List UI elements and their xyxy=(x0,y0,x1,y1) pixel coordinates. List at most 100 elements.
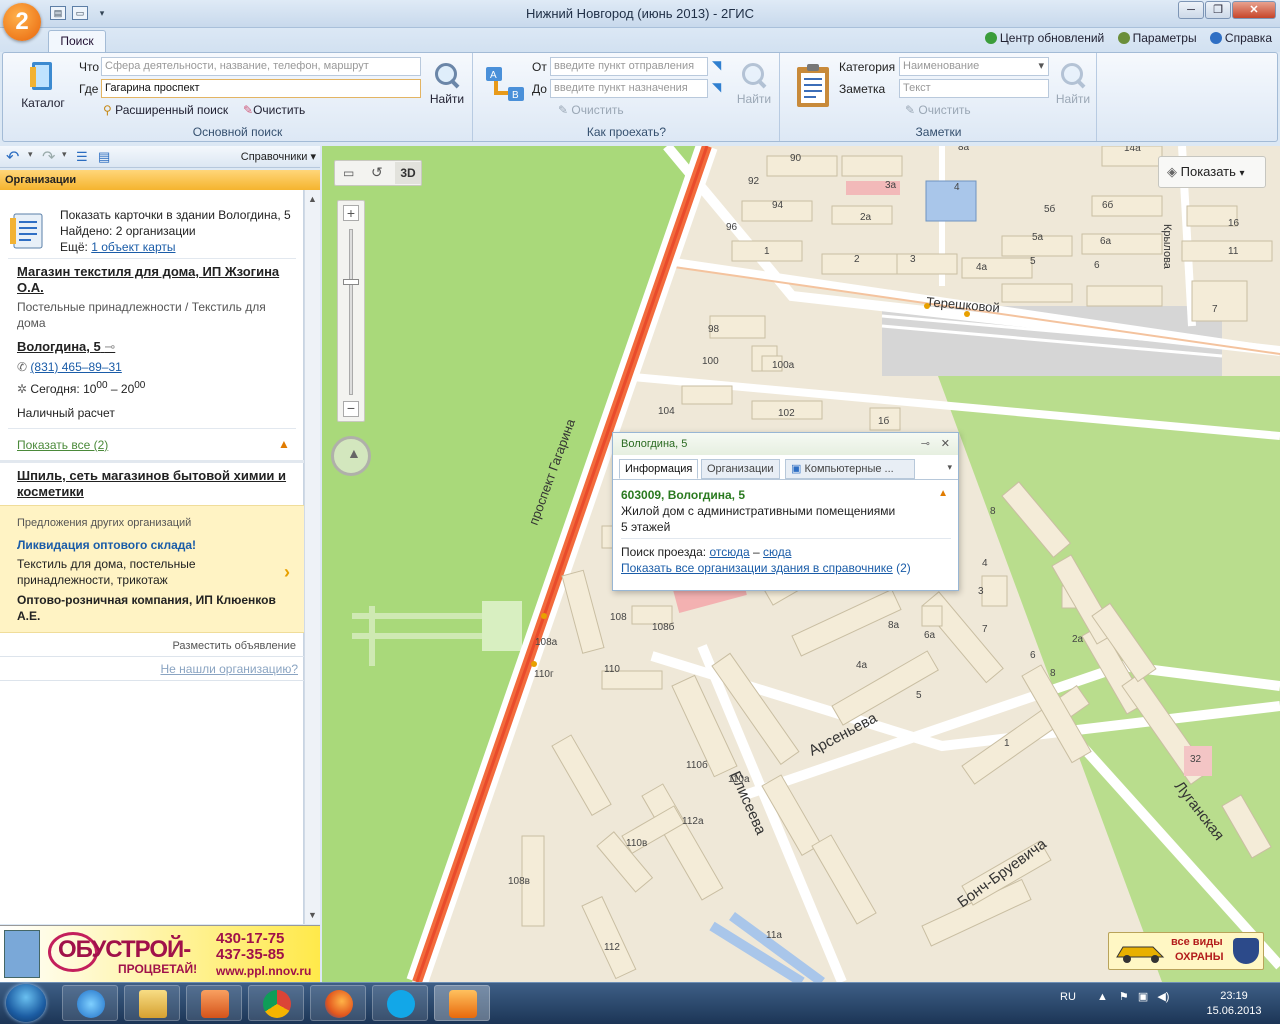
back-icon[interactable]: ↶ xyxy=(6,147,19,167)
house-number: 2а xyxy=(1072,634,1084,645)
house-number: 8а xyxy=(888,620,900,631)
app-logo-icon[interactable]: 2 xyxy=(3,3,41,41)
zoom-handle[interactable] xyxy=(343,279,359,285)
category-select[interactable]: Наименование ▾ xyxy=(899,57,1049,76)
route-to-link[interactable]: сюда xyxy=(763,545,791,559)
list-view-icon[interactable]: ☰ xyxy=(76,149,88,165)
updates-link[interactable]: Центр обновлений xyxy=(984,31,1104,45)
from-pin-icon[interactable]: ◥ xyxy=(712,58,721,72)
warning-icon[interactable]: ▲ xyxy=(278,437,290,451)
tab-computer[interactable]: ▣ Компьютерные ... xyxy=(785,459,915,479)
minimize-button[interactable]: ─ xyxy=(1178,1,1204,19)
close-button[interactable]: ✕ xyxy=(1232,1,1276,19)
folder-icon[interactable]: ▤ xyxy=(50,6,66,20)
zoom-control: + − xyxy=(337,200,365,422)
forward-dropdown-icon[interactable]: ▾ xyxy=(62,149,67,160)
pin-icon[interactable]: ⊸ xyxy=(104,339,115,354)
taskbar-media[interactable] xyxy=(186,985,242,1021)
ad-banner[interactable]: ОБУСТРОЙ- ПРОЦВЕТАЙ! 430-17-75 437-35-85… xyxy=(0,925,320,982)
route-group-label: Как проехать? xyxy=(586,125,667,139)
results-scrollbar[interactable]: ▲ ▼ xyxy=(304,190,320,924)
banner-phone2: 437-35-85 xyxy=(216,946,285,963)
route-find-button[interactable]: Найти xyxy=(732,61,776,106)
tabs-dropdown-icon[interactable]: ▾ xyxy=(947,462,952,473)
org1-phone[interactable]: (831) 465–89–31 xyxy=(30,360,121,374)
scroll-up-icon[interactable]: ▲ xyxy=(308,194,317,204)
dropdown-icon[interactable]: ▾ xyxy=(94,7,110,21)
directories-dropdown[interactable]: Справочники ▾ xyxy=(241,150,316,163)
taskbar-2gis[interactable] xyxy=(434,985,490,1021)
car-icon xyxy=(1116,946,1165,963)
layers-icon: ◈ xyxy=(1167,164,1177,179)
map-object-link[interactable]: 1 объект карты xyxy=(91,240,175,254)
show-all-link[interactable]: Показать все (2) xyxy=(17,437,108,453)
from-input[interactable]: введите пункт отправления xyxy=(550,57,708,76)
forward-icon[interactable]: ↷ xyxy=(42,147,55,167)
tab-search[interactable]: Поиск xyxy=(48,30,106,52)
house-number: 1б xyxy=(878,415,890,427)
rotate-icon[interactable]: ↺ xyxy=(371,164,383,181)
pin-icon[interactable]: ⊸ xyxy=(921,433,930,455)
help-link[interactable]: Справка xyxy=(1209,31,1272,45)
ruler-icon[interactable]: ▭ xyxy=(343,166,354,180)
start-button[interactable] xyxy=(6,984,46,1022)
house-number: 100 xyxy=(702,356,719,367)
find-button[interactable]: Найти xyxy=(427,61,467,106)
zoom-out-button[interactable]: − xyxy=(343,401,359,417)
show-layers-button[interactable]: ◈ Показать ▾ xyxy=(1158,156,1266,188)
advanced-search-button[interactable]: ⚲ Расширенный поиск xyxy=(103,103,228,117)
org1-address[interactable]: Вологдина, 5 ⊸ xyxy=(17,339,115,355)
close-icon[interactable]: ✕ xyxy=(941,433,950,455)
scroll-down-icon[interactable]: ▼ xyxy=(308,910,317,920)
back-dropdown-icon[interactable]: ▾ xyxy=(28,149,33,160)
catalog-icon xyxy=(30,62,52,90)
zoom-in-button[interactable]: + xyxy=(343,205,359,221)
clock[interactable]: 23:19 15.06.2013 xyxy=(1196,989,1272,1019)
tab-info[interactable]: Информация xyxy=(619,459,699,479)
print-icon[interactable]: ▭ xyxy=(72,6,88,20)
maximize-button[interactable]: ❐ xyxy=(1205,1,1231,19)
promo-title[interactable]: Ликвидация оптового склада! xyxy=(17,537,196,553)
where-input[interactable]: Гагарина проспект xyxy=(101,79,421,98)
taskbar-ie[interactable] xyxy=(62,985,118,1021)
chevron-right-icon[interactable]: › xyxy=(284,562,290,583)
catalog-button[interactable]: Каталог xyxy=(15,59,71,110)
summary-title[interactable]: Показать карточки в здании Вологдина, 5 xyxy=(60,207,291,223)
zoom-slider[interactable] xyxy=(349,229,353,395)
house-number: 110б xyxy=(686,759,708,771)
org2-name[interactable]: Шпиль, сеть магазинов бытовой химии и ко… xyxy=(17,468,297,500)
clear-button[interactable]: ✎Очистить xyxy=(243,103,305,117)
guard-ad[interactable]: все виды ОХРАНЫ xyxy=(1108,932,1264,970)
3d-button[interactable]: 3D xyxy=(395,162,421,184)
volume-icon[interactable]: ◀) xyxy=(1157,991,1169,1003)
note-input[interactable]: Текст xyxy=(899,79,1049,98)
guard-ad-line1: все виды xyxy=(1171,936,1223,948)
taskbar-explorer[interactable] xyxy=(124,985,180,1021)
to-input[interactable]: введите пункт назначения xyxy=(550,79,708,98)
notes-clear-button[interactable]: ✎ Очистить xyxy=(905,103,971,117)
tray-expand-icon[interactable]: ▲ xyxy=(1097,991,1108,1003)
print-list-icon[interactable]: ▤ xyxy=(98,149,110,165)
org1-name[interactable]: Магазин текстиля для дома, ИП Жзогина О.… xyxy=(17,264,297,296)
flag-icon[interactable]: ⚑ xyxy=(1119,991,1129,1003)
params-link[interactable]: Параметры xyxy=(1117,31,1197,45)
warning-icon[interactable]: ▲ xyxy=(938,488,948,499)
tab-organizations[interactable]: Организации xyxy=(701,459,780,479)
taskbar-skype[interactable] xyxy=(372,985,428,1021)
what-input[interactable]: Сфера деятельности, название, телефон, м… xyxy=(101,57,421,76)
show-building-orgs-link[interactable]: Показать все организации здания в справо… xyxy=(621,561,893,575)
not-found-link[interactable]: Не нашли организацию? xyxy=(0,661,298,677)
notes-find-button[interactable]: Найти xyxy=(1053,61,1093,106)
network-icon[interactable]: ▣ xyxy=(1138,991,1148,1003)
taskbar-chrome[interactable] xyxy=(248,985,304,1021)
note-label: Заметка xyxy=(839,82,886,96)
route-clear-button[interactable]: ✎ Очистить xyxy=(558,103,624,117)
taskbar-firefox[interactable] xyxy=(310,985,366,1021)
media-player-icon xyxy=(201,990,229,1018)
compass-icon[interactable]: ▲ xyxy=(331,436,371,476)
to-pin-icon[interactable]: ◥ xyxy=(712,80,721,94)
house-number: 6а xyxy=(1100,236,1112,247)
place-ad-link[interactable]: Разместить объявление xyxy=(0,638,296,654)
language-indicator[interactable]: RU xyxy=(1060,991,1076,1003)
route-from-link[interactable]: отсюда xyxy=(709,545,749,559)
